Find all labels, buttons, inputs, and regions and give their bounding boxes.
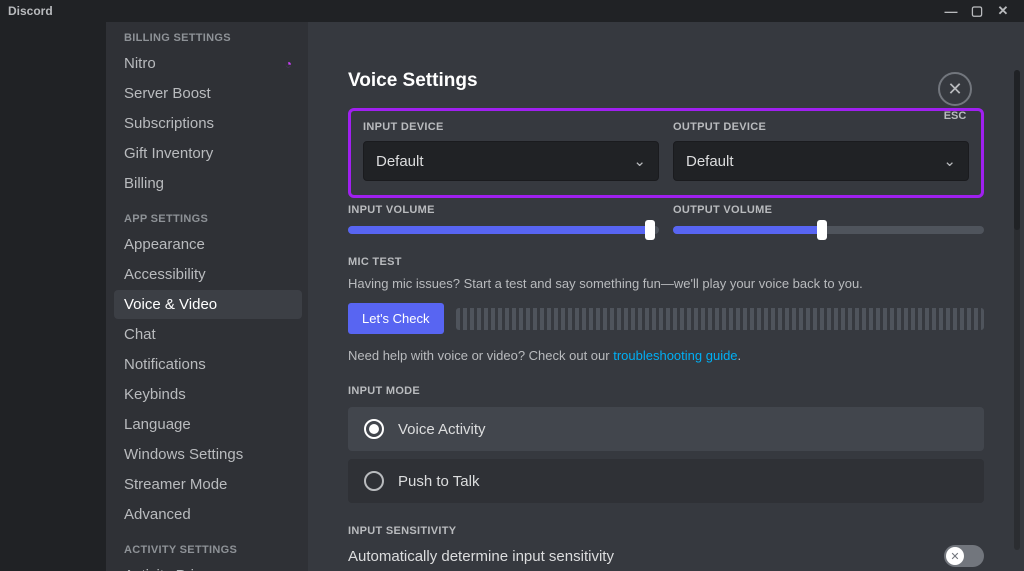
output-device-select[interactable]: Default ⌄ — [673, 141, 969, 181]
mic-test-head: MIC TEST — [348, 256, 984, 268]
radio-icon — [364, 419, 384, 439]
chevron-down-icon: ⌄ — [633, 152, 646, 170]
troubleshooting-link[interactable]: troubleshooting guide — [613, 348, 737, 363]
mic-meter — [456, 308, 984, 330]
sidebar-item-voice-video[interactable]: Voice & Video — [114, 290, 302, 319]
sidebar-item-server-boost[interactable]: Server Boost — [114, 79, 302, 108]
sidebar-item-label: Keybinds — [124, 386, 186, 403]
help-text: Need help with voice or video? Check out… — [348, 348, 984, 363]
close-settings-button[interactable]: ✕ ESC — [938, 72, 972, 122]
sidebar-item-advanced[interactable]: Advanced — [114, 500, 302, 529]
sidebar-item-label: Gift Inventory — [124, 145, 213, 162]
mic-test-desc: Having mic issues? Start a test and say … — [348, 276, 984, 291]
auto-sensitivity-label: Automatically determine input sensitivit… — [348, 548, 614, 565]
sidebar-group-head: BILLING SETTINGS — [114, 32, 302, 48]
device-highlight-box: INPUT DEVICE Default ⌄ OUTPUT DEVICE Def… — [348, 108, 984, 198]
sidebar-item-label: Server Boost — [124, 85, 211, 102]
scrollbar[interactable] — [1014, 70, 1020, 550]
sidebar-item-subscriptions[interactable]: Subscriptions — [114, 109, 302, 138]
maximize-button[interactable]: ▢ — [964, 3, 990, 19]
mic-test-button[interactable]: Let's Check — [348, 303, 444, 334]
sidebar-item-label: Billing — [124, 175, 164, 192]
sidebar-item-label: Activity Privacy — [124, 567, 225, 571]
output-volume-slider[interactable] — [673, 226, 984, 234]
sidebar-item-windows-settings[interactable]: Windows Settings — [114, 440, 302, 469]
input-device-head: INPUT DEVICE — [363, 121, 659, 133]
esc-label: ESC — [938, 110, 972, 122]
input-device-value: Default — [376, 153, 424, 170]
sidebar-item-appearance[interactable]: Appearance — [114, 230, 302, 259]
input-volume-head: INPUT VOLUME — [348, 204, 659, 216]
sidebar-item-label: Windows Settings — [124, 446, 243, 463]
output-device-value: Default — [686, 153, 734, 170]
sidebar-item-keybinds[interactable]: Keybinds — [114, 380, 302, 409]
input-mode-head: INPUT MODE — [348, 385, 984, 397]
titlebar: Discord — ▢ ✕ — [0, 0, 1024, 22]
chevron-down-icon: ⌄ — [943, 152, 956, 170]
sidebar-item-label: Voice & Video — [124, 296, 217, 313]
left-gutter — [0, 22, 106, 571]
radio-label: Push to Talk — [398, 473, 479, 490]
sidebar-item-label: Accessibility — [124, 266, 206, 283]
sidebar-item-label: Nitro — [124, 55, 156, 72]
settings-sidebar: BILLING SETTINGS Nitro ◔ Server Boost Subscr… — [106, 22, 308, 571]
input-mode-push-to-talk[interactable]: Push to Talk — [348, 459, 984, 503]
radio-label: Voice Activity — [398, 421, 486, 438]
sidebar-item-notifications[interactable]: Notifications — [114, 350, 302, 379]
output-device-head: OUTPUT DEVICE — [673, 121, 969, 133]
sidebar-item-accessibility[interactable]: Accessibility — [114, 260, 302, 289]
sidebar-item-label: Language — [124, 416, 191, 433]
input-volume-thumb[interactable] — [645, 220, 655, 240]
nitro-icon: ◔ — [285, 57, 292, 71]
minimize-button[interactable]: — — [938, 4, 964, 19]
sidebar-item-label: Subscriptions — [124, 115, 214, 132]
auto-sensitivity-toggle[interactable]: ✕ — [944, 545, 984, 567]
close-icon: ✕ — [947, 79, 962, 100]
sidebar-item-label: Streamer Mode — [124, 476, 227, 493]
input-mode-voice-activity[interactable]: Voice Activity — [348, 407, 984, 451]
input-volume-slider[interactable] — [348, 226, 659, 234]
output-volume-thumb[interactable] — [817, 220, 827, 240]
sidebar-item-gift-inventory[interactable]: Gift Inventory — [114, 139, 302, 168]
sidebar-item-streamer-mode[interactable]: Streamer Mode — [114, 470, 302, 499]
radio-icon — [364, 471, 384, 491]
scrollbar-thumb[interactable] — [1014, 70, 1020, 230]
sidebar-item-label: Notifications — [124, 356, 206, 373]
sidebar-item-label: Advanced — [124, 506, 191, 523]
sidebar-item-language[interactable]: Language — [114, 410, 302, 439]
page-title: Voice Settings — [348, 70, 984, 92]
window-title: Discord — [8, 4, 53, 18]
sidebar-item-label: Appearance — [124, 236, 205, 253]
input-sensitivity-head: INPUT SENSITIVITY — [348, 525, 984, 537]
output-volume-head: OUTPUT VOLUME — [673, 204, 984, 216]
sidebar-item-billing[interactable]: Billing — [114, 169, 302, 198]
input-device-select[interactable]: Default ⌄ — [363, 141, 659, 181]
settings-content: ✕ ESC Voice Settings INPUT DEVICE Defaul… — [308, 22, 1024, 571]
sidebar-item-label: Chat — [124, 326, 156, 343]
sidebar-item-activity-privacy[interactable]: Activity Privacy — [114, 561, 302, 571]
close-button[interactable]: ✕ — [990, 3, 1016, 19]
sidebar-group-head: APP SETTINGS — [114, 199, 302, 229]
sidebar-group-head: ACTIVITY SETTINGS — [114, 530, 302, 560]
sidebar-item-chat[interactable]: Chat — [114, 320, 302, 349]
sidebar-item-nitro[interactable]: Nitro ◔ — [114, 49, 302, 78]
